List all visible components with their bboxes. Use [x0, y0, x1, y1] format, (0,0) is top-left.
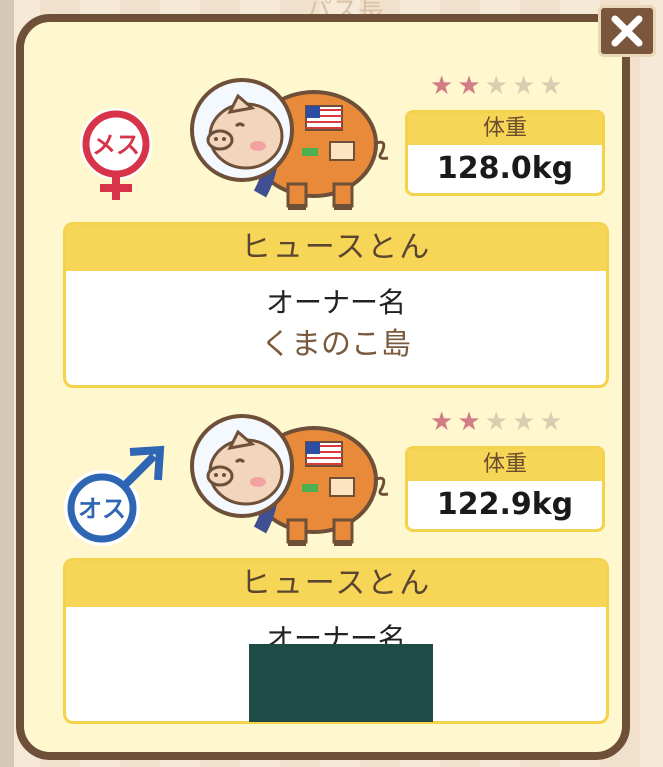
star-filled-icon: ★: [430, 71, 454, 101]
male-symbol-icon: オス: [58, 444, 165, 546]
pig-name: ヒュースとん: [66, 225, 606, 271]
weight-value: 128.0kg: [436, 151, 574, 186]
svg-text:メス: メス: [92, 131, 140, 159]
owner-value: くまのこ島: [261, 327, 411, 362]
owner-label: オーナー名: [265, 286, 406, 319]
rarity-stars: ★ ★ ★ ★ ★: [430, 72, 563, 100]
star-empty-icon: ★: [539, 71, 563, 101]
pig-name-card: ヒュースとん オーナー名 くまのこ島: [63, 222, 609, 388]
svg-text:オス: オス: [78, 495, 126, 523]
star-empty-icon: ★: [484, 71, 508, 101]
star-empty-icon: ★: [539, 407, 563, 437]
astronaut-pig-image: [184, 68, 394, 218]
weight-label: 体重: [408, 113, 602, 145]
weight-panel: 体重 122.9kg: [405, 446, 605, 532]
star-empty-icon: ★: [511, 71, 536, 101]
redacted-owner-name: [249, 644, 433, 722]
close-icon: [611, 15, 643, 47]
weight-label: 体重: [408, 449, 602, 481]
rarity-stars: ★ ★ ★ ★ ★: [430, 408, 563, 436]
star-filled-icon: ★: [457, 407, 481, 437]
weight-value: 122.9kg: [436, 487, 574, 522]
star-empty-icon: ★: [484, 407, 508, 437]
star-empty-icon: ★: [511, 407, 536, 437]
close-button[interactable]: [598, 5, 656, 57]
star-filled-icon: ★: [430, 407, 454, 437]
star-filled-icon: ★: [457, 71, 481, 101]
weight-panel: 体重 128.0kg: [405, 110, 605, 196]
background-edge: [0, 0, 14, 767]
pig-name: ヒュースとん: [66, 561, 606, 607]
astronaut-pig-image: [184, 404, 394, 554]
female-symbol-icon: メス: [66, 104, 166, 204]
